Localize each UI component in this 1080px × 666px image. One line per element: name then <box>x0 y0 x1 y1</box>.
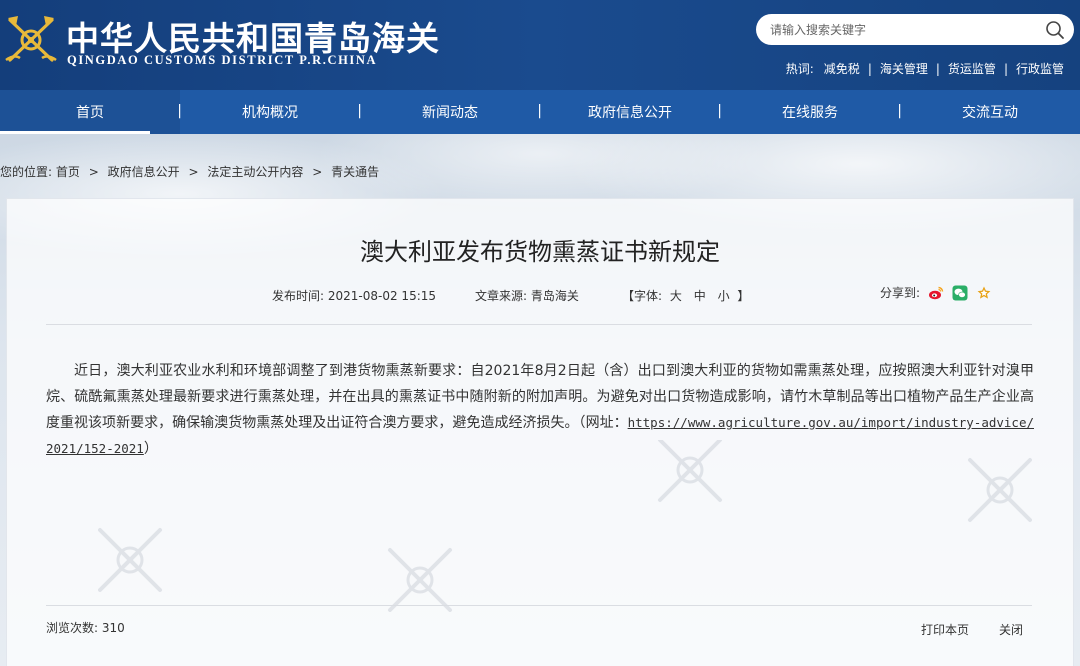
hotword-link[interactable]: 行政监管 <box>1016 60 1064 77</box>
view-count-value: 310 <box>101 621 125 635</box>
hotwords-bar: 热词: 减免税 | 海关管理 | 货运监管 | 行政监管 <box>786 60 1064 77</box>
nav-item-label: 政府信息公开 <box>588 105 672 121</box>
customs-emblem-icon[interactable] <box>2 10 60 68</box>
site-header: 中华人民共和国青岛海关 QINGDAO CUSTOMS DISTRICT P.R… <box>0 0 1080 90</box>
hotword-link[interactable]: 海关管理 <box>880 60 928 77</box>
nav-item-label: 新闻动态 <box>422 105 478 121</box>
nav-item-interaction[interactable]: 交流互动 <box>900 90 1080 134</box>
article-body-end: ） <box>143 441 158 457</box>
nav-item-label: 交流互动 <box>962 105 1018 121</box>
hotword-link[interactable]: 货运监管 <box>948 60 996 77</box>
article-title: 澳大利亚发布货物熏蒸证书新规定 <box>360 238 720 266</box>
breadcrumb-separator: > <box>188 165 199 179</box>
publish-date-label: 发布时间: <box>272 289 325 303</box>
print-page-button[interactable]: 打印本页 <box>921 621 969 638</box>
article-source-value: 青岛海关 <box>530 289 579 303</box>
divider-top <box>46 324 1032 325</box>
nav-item-label: 在线服务 <box>782 105 838 121</box>
search-icon[interactable] <box>1044 19 1066 41</box>
divider-bottom <box>46 605 1032 606</box>
nav-item-home[interactable]: 首页 | <box>0 90 182 134</box>
nav-item-online-services[interactable]: 在线服务 | <box>720 90 902 134</box>
breadcrumb-item-notices[interactable]: 青关通告 <box>331 165 379 179</box>
main-nav: 首页 | 机构概况 | 新闻动态 | 政府信息公开 | 在线服务 | 交流互动 <box>0 90 1080 134</box>
publish-date-value: 2021-08-02 15:15 <box>327 289 437 303</box>
breadcrumb-item-home[interactable]: 首页 <box>56 165 80 179</box>
font-size-label: 【字体: <box>622 289 663 303</box>
hotwords-label: 热词: <box>785 62 814 76</box>
nav-item-label: 机构概况 <box>242 105 298 121</box>
view-count: 浏览次数: 310 <box>46 619 125 636</box>
article-source: 文章来源: 青岛海关 <box>475 287 579 304</box>
font-size-bracket: 】 <box>737 289 750 303</box>
breadcrumb: 您的位置: 首页 > 政府信息公开 > 法定主动公开内容 > 青关通告 <box>0 163 379 180</box>
search-box <box>756 14 1074 45</box>
breadcrumb-separator: > <box>88 165 99 179</box>
hotword-link[interactable]: 减免税 <box>824 60 860 77</box>
font-size-large[interactable]: 大 <box>670 289 682 303</box>
nav-item-news[interactable]: 新闻动态 | <box>360 90 542 134</box>
article-body: 近日，澳大利亚农业水利和环境部调整了到港货物熏蒸新要求：自2021年8月2日起（… <box>46 358 1034 462</box>
breadcrumb-prefix: 您的位置: <box>0 165 53 179</box>
breadcrumb-item-statutory[interactable]: 法定主动公开内容 <box>207 165 303 179</box>
search-input[interactable] <box>770 14 1040 45</box>
font-size-small[interactable]: 小 <box>718 289 730 303</box>
breadcrumb-separator: > <box>312 165 323 179</box>
view-count-label: 浏览次数: <box>46 621 99 635</box>
hotword-separator: | <box>935 61 940 76</box>
site-subtitle: QINGDAO CUSTOMS DISTRICT P.R.CHINA <box>67 53 378 67</box>
publish-date: 发布时间: 2021-08-02 15:15 <box>272 287 436 304</box>
breadcrumb-item-gov-info[interactable]: 政府信息公开 <box>108 165 180 179</box>
share-bar: 分享到: <box>880 284 992 301</box>
nav-item-label: 首页 <box>76 105 104 121</box>
article-source-label: 文章来源: <box>475 289 528 303</box>
hotword-separator: | <box>867 61 872 76</box>
wechat-icon[interactable] <box>952 285 968 301</box>
font-size-medium[interactable]: 中 <box>694 289 706 303</box>
share-label: 分享到: <box>880 286 921 300</box>
favorite-icon[interactable] <box>976 285 992 301</box>
nav-item-gov-info[interactable]: 政府信息公开 | <box>540 90 722 134</box>
close-button[interactable]: 关闭 <box>999 621 1023 638</box>
hotword-separator: | <box>1003 61 1008 76</box>
font-size-selector: 【字体: 大 中 小 】 <box>622 287 749 304</box>
nav-item-organization[interactable]: 机构概况 | <box>180 90 362 134</box>
weibo-icon[interactable] <box>928 285 944 301</box>
